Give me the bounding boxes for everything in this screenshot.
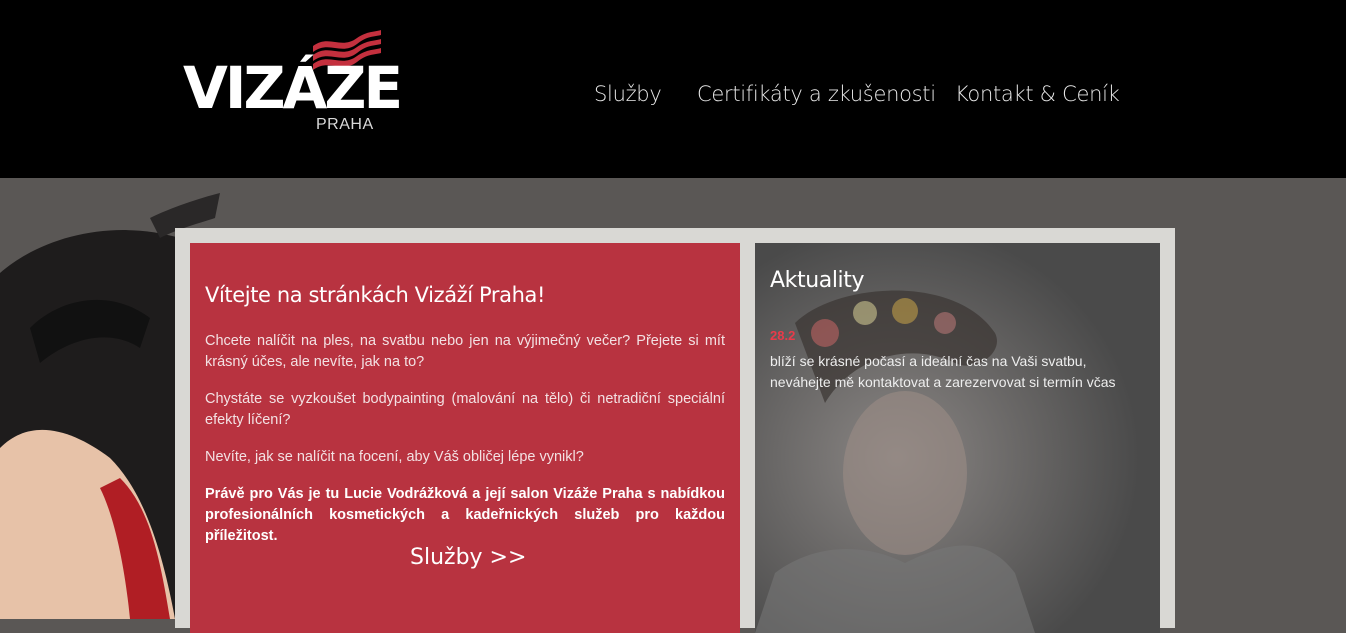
site-logo[interactable]: VIZÁZE PRAHA	[183, 28, 403, 138]
welcome-panel: Vítejte na stránkách Vizáží Praha! Chcet…	[190, 243, 740, 633]
welcome-paragraph: Nevíte, jak se nalíčit na focení, aby Vá…	[205, 449, 584, 465]
welcome-paragraph: Chystáte se vyzkoušet bodypainting (malo…	[205, 391, 725, 428]
nav-item-kontakt[interactable]: Kontakt & Ceník	[955, 82, 1120, 106]
news-title: Aktuality	[770, 268, 865, 293]
welcome-highlight: Právě pro Vás je tu Lucie Vodrážková a j…	[205, 486, 725, 544]
news-text: blíží se krásné počasí a ideální čas na …	[770, 353, 1116, 390]
services-link[interactable]: Služby >>	[410, 545, 526, 570]
logo-wordmark: VIZÁZE	[183, 54, 403, 122]
site-header: VIZÁZE PRAHA Služby Certifikáty a zkušen…	[0, 0, 1346, 178]
nav-item-certifikaty[interactable]: Certifikáty a zkušenosti	[697, 82, 936, 106]
news-panel: Aktuality 28.2 blíží se krásné počasí a …	[755, 243, 1160, 633]
logo-city: PRAHA	[316, 116, 374, 133]
welcome-title: Vítejte na stránkách Vizáží Praha!	[205, 283, 546, 307]
nav-item-sluzby[interactable]: Služby	[594, 82, 662, 106]
welcome-paragraph: Chcete nalíčit na ples, na svatbu nebo j…	[205, 333, 725, 370]
news-date: 28.2	[770, 328, 796, 343]
news-background-image	[755, 243, 1160, 633]
